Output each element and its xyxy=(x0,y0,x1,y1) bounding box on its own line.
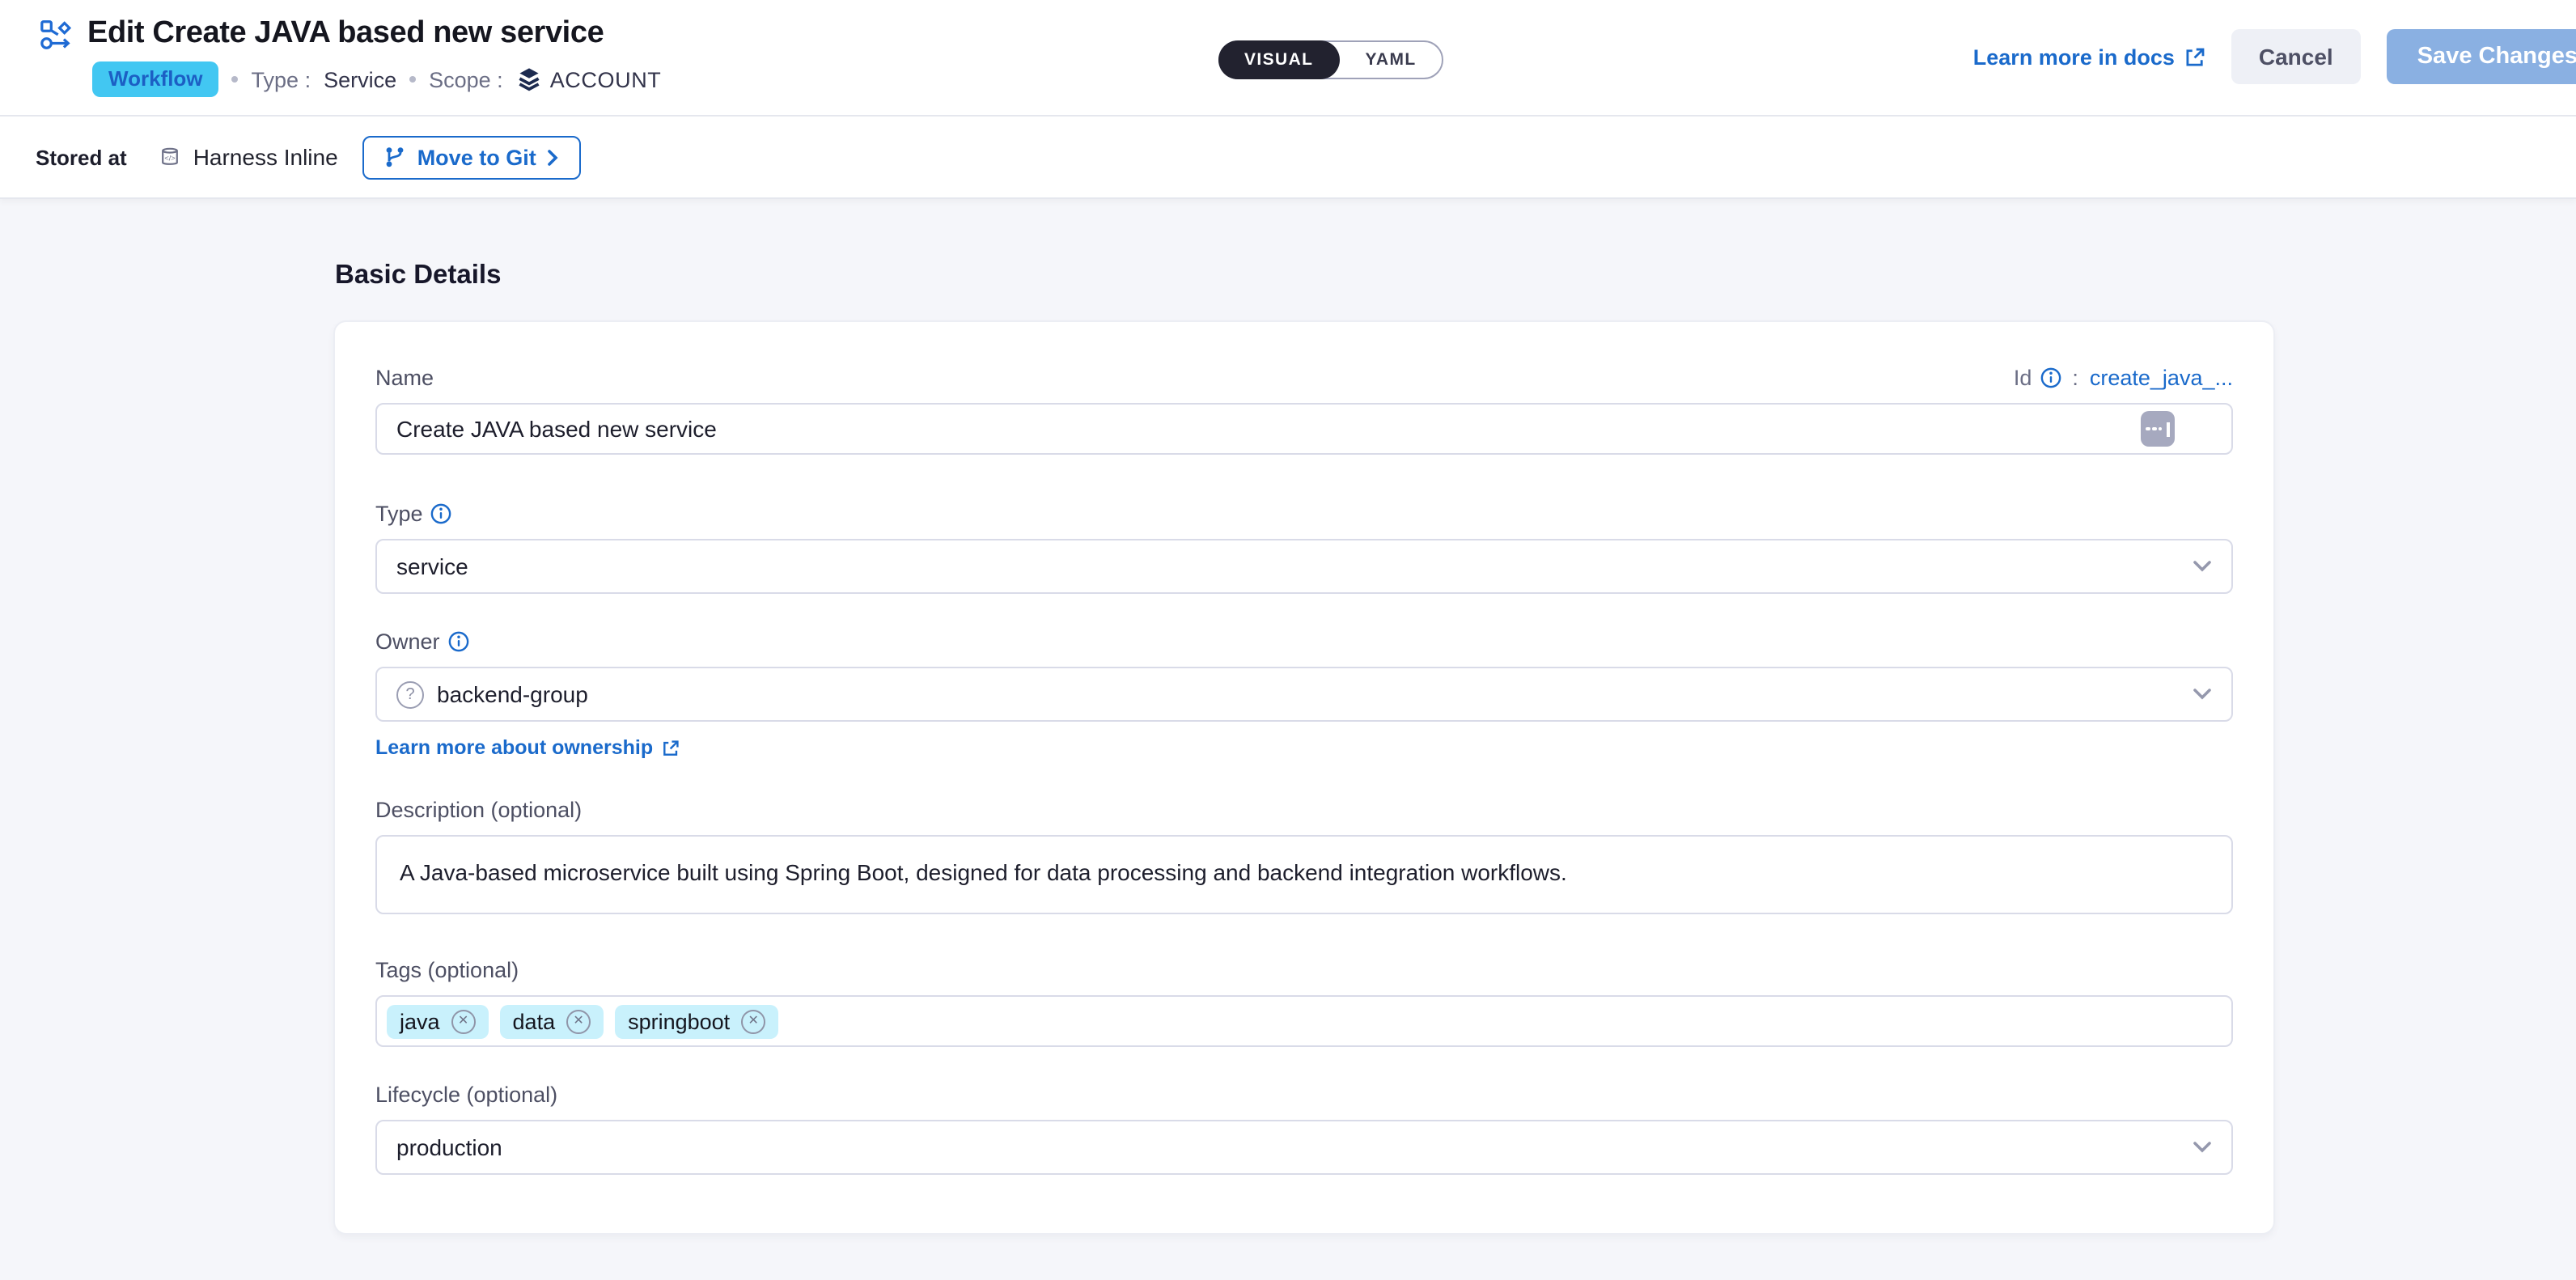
owner-field-label: Owner xyxy=(375,629,2233,654)
layers-stack-icon xyxy=(516,66,542,92)
workflow-badge: Workflow xyxy=(92,61,219,97)
owner-select[interactable]: ? backend-group xyxy=(375,667,2233,722)
move-to-git-label: Move to Git xyxy=(417,145,536,169)
storage-type: </> Harness Inline xyxy=(159,144,338,170)
question-icon: ? xyxy=(396,680,424,708)
page-title: Edit Create JAVA based new service xyxy=(87,16,604,52)
tag-label: springboot xyxy=(628,1009,730,1033)
tag-chip: data ✕ xyxy=(500,1004,604,1038)
entity-id-value[interactable]: create_java_... xyxy=(2090,366,2233,390)
page-header: Edit Create JAVA based new service Workf… xyxy=(0,0,2576,115)
separator-dot xyxy=(409,76,416,83)
lifecycle-select[interactable]: production xyxy=(375,1120,2233,1175)
info-icon[interactable] xyxy=(448,631,469,652)
header-actions: Learn more in docs Cancel Save Changes xyxy=(1973,29,2576,84)
lifecycle-select-value: production xyxy=(396,1134,502,1160)
info-icon[interactable] xyxy=(2040,367,2061,388)
description-label: Description (optional) xyxy=(375,798,2233,822)
chevron-down-icon xyxy=(2193,560,2212,573)
tag-remove-icon[interactable]: ✕ xyxy=(451,1009,476,1033)
type-label: Type : xyxy=(252,67,311,91)
ownership-learn-more-label: Learn more about ownership xyxy=(375,736,653,759)
learn-more-docs-link[interactable]: Learn more in docs xyxy=(1973,45,2205,69)
external-link-icon xyxy=(2184,46,2205,67)
move-to-git-button[interactable]: Move to Git xyxy=(362,135,582,179)
tag-chip: java ✕ xyxy=(387,1004,489,1038)
tag-remove-icon[interactable]: ✕ xyxy=(566,1009,591,1033)
type-select-value: service xyxy=(396,553,468,579)
id-label: Id xyxy=(2014,366,2032,390)
tag-chip: springboot ✕ xyxy=(615,1004,778,1038)
tab-yaml[interactable]: YAML xyxy=(1339,42,1442,78)
name-label: Name xyxy=(375,366,434,390)
lifecycle-label: Lifecycle (optional) xyxy=(375,1083,2233,1107)
header-title-block: Edit Create JAVA based new service Workf… xyxy=(39,16,661,97)
type-field-label-text: Type xyxy=(375,502,423,526)
main-content: Basic Details Name Id : create_java_... xyxy=(0,199,2576,1280)
git-branch-icon xyxy=(383,146,406,168)
chevron-down-icon xyxy=(2193,688,2212,701)
type-field-label: Type xyxy=(375,502,2233,526)
id-colon: : xyxy=(2072,366,2078,390)
basic-details-card: Name Id : create_java_... xyxy=(333,320,2275,1235)
inline-storage-icon: </> xyxy=(159,146,182,168)
ownership-learn-more-link[interactable]: Learn more about ownership xyxy=(375,736,679,759)
tags-label: Tags (optional) xyxy=(375,958,2233,982)
learn-more-docs-label: Learn more in docs xyxy=(1973,45,2175,69)
storage-type-label: Harness Inline xyxy=(193,144,338,170)
svg-text:</>: </> xyxy=(165,155,176,163)
external-link-icon xyxy=(661,739,679,757)
storage-bar: Stored at </> Harness Inline Move to Git xyxy=(0,115,2576,199)
chevron-right-icon xyxy=(548,148,561,166)
edit-id-icon[interactable] xyxy=(2141,411,2175,447)
tag-label: java xyxy=(400,1009,440,1033)
visual-yaml-toggle: VISUAL YAML xyxy=(1218,40,1444,79)
description-textarea[interactable]: A Java-based microservice built using Sp… xyxy=(375,835,2233,914)
app-window: Edit Create JAVA based new service Workf… xyxy=(0,0,2576,1280)
chevron-down-icon xyxy=(2193,1141,2212,1154)
section-title: Basic Details xyxy=(335,261,2576,291)
stored-at-label: Stored at xyxy=(36,145,127,169)
entity-id-line: Id : create_java_... xyxy=(2014,366,2233,390)
tag-remove-icon[interactable]: ✕ xyxy=(741,1009,765,1033)
type-value: Service xyxy=(324,67,396,91)
tags-input[interactable]: java ✕ data ✕ springboot ✕ xyxy=(375,995,2233,1047)
owner-field-label-text: Owner xyxy=(375,629,440,654)
scope-label: Scope : xyxy=(429,67,503,91)
scope-value: ACCOUNT xyxy=(516,66,662,92)
tag-label: data xyxy=(513,1009,556,1033)
tab-visual[interactable]: VISUAL xyxy=(1218,40,1339,79)
separator-dot xyxy=(232,76,239,83)
name-input[interactable] xyxy=(375,403,2233,455)
info-icon[interactable] xyxy=(431,503,452,524)
cancel-button[interactable]: Cancel xyxy=(2231,29,2361,84)
workflow-icon xyxy=(39,17,73,51)
save-changes-button[interactable]: Save Changes xyxy=(2387,29,2576,84)
type-select[interactable]: service xyxy=(375,539,2233,594)
owner-select-value: backend-group xyxy=(437,681,588,707)
scope-value-text: ACCOUNT xyxy=(550,67,662,91)
